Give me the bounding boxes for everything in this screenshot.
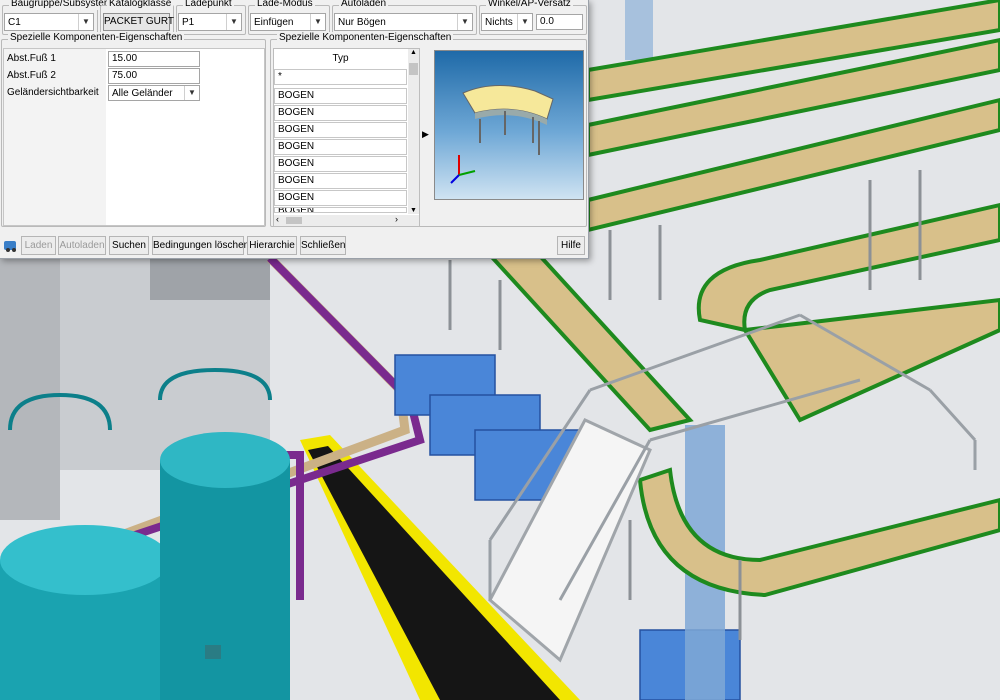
property-label: Geländersichtbarkeit (7, 87, 99, 98)
group-lademodus: Lade-Modus Einfügen ▼ (248, 0, 330, 35)
right-panel-title: Spezielle Komponenten-Eigenschaften (277, 32, 454, 44)
group-autoladen: Autoladen Nur Bögen ▼ (332, 0, 477, 35)
scroll-up-icon[interactable]: ▲ (408, 49, 419, 56)
component-dialog: Baugruppe/Subsystem C1 ▼ Katalogklasse P… (0, 0, 589, 259)
laden-button[interactable]: Laden (21, 236, 56, 255)
group-katalogklasse: Katalogklasse PACKET GURT (100, 0, 174, 35)
chevron-down-icon[interactable]: ▼ (78, 14, 93, 30)
list-vscrollbar[interactable]: ▲ ▼ (408, 49, 419, 214)
group-ladepunkt-title: Ladepunkt (183, 0, 234, 10)
property-grid: Abst.Fuß 1 15.00 Abst.Fuß 2 75.00 Geländ… (3, 48, 265, 226)
list-item[interactable]: BOGEN (274, 105, 407, 121)
left-properties-panel: Spezielle Komponenten-Eigenschaften Abst… (1, 32, 266, 227)
group-ladepunkt: Ladepunkt P1 ▼ (176, 0, 246, 35)
ap-offset-input[interactable]: 0.0 (536, 14, 583, 30)
schliessen-button[interactable]: Schließen (300, 236, 346, 255)
chevron-down-icon[interactable]: ▼ (517, 14, 532, 30)
lademodus-value: Einfügen (254, 17, 294, 28)
list-item[interactable]: BOGEN (274, 122, 407, 138)
katalogklasse-button[interactable]: PACKET GURT (103, 13, 174, 31)
chevron-down-icon[interactable]: ▼ (310, 14, 325, 30)
group-baugruppe: Baugruppe/Subsystem C1 ▼ (2, 0, 115, 35)
abst-fuss-1-input[interactable]: 15.00 (108, 51, 200, 67)
list-item[interactable]: * (274, 69, 407, 85)
group-winkel-title: Winkel/AP-Versatz (486, 0, 573, 10)
scroll-down-icon[interactable]: ▼ (408, 207, 419, 214)
axis-triad-icon (450, 155, 476, 184)
abst-fuss-2-input[interactable]: 75.00 (108, 68, 200, 84)
property-label: Abst.Fuß 1 (7, 53, 56, 64)
scroll-right-icon[interactable]: › (395, 214, 398, 224)
hierarchie-button[interactable]: Hierarchie (247, 236, 297, 255)
winkel-value: Nichts (485, 17, 513, 28)
component-preview (434, 50, 584, 200)
scroll-left-icon[interactable]: ‹ (276, 214, 279, 224)
chevron-down-icon[interactable]: ▼ (457, 14, 472, 30)
hscroll-thumb[interactable] (286, 217, 302, 224)
autoladen-select[interactable]: Nur Bögen ▼ (334, 13, 473, 31)
group-winkel: Winkel/AP-Versatz Nichts ▼ 0.0 (479, 0, 587, 35)
scroll-thumb[interactable] (409, 63, 418, 75)
bedingungen-loeschen-button[interactable]: Bedingungen löschen (152, 236, 249, 255)
gelaender-value: Alle Geländer (112, 88, 173, 99)
list-item[interactable]: BOGEN (274, 88, 407, 104)
list-item[interactable]: BOGEN (274, 156, 407, 172)
left-panel-title: Spezielle Komponenten-Eigenschaften (8, 32, 185, 44)
app-icon[interactable] (2, 237, 19, 253)
list-item[interactable]: BOGEN (274, 173, 407, 189)
group-baugruppe-title: Baugruppe/Subsystem (9, 0, 115, 10)
baugruppe-select[interactable]: C1 ▼ (4, 13, 94, 31)
property-label: Abst.Fuß 2 (7, 70, 56, 81)
list-hscrollbar[interactable]: ‹ › (274, 214, 419, 226)
lademodus-select[interactable]: Einfügen ▼ (250, 13, 326, 31)
autoladen-button[interactable]: Autoladen (58, 236, 106, 255)
winkel-select[interactable]: Nichts ▼ (481, 13, 533, 31)
group-lademodus-title: Lade-Modus (255, 0, 315, 10)
hilfe-button[interactable]: Hilfe (557, 236, 585, 255)
list-item[interactable]: BOGEN (274, 139, 407, 155)
ladepunkt-value: P1 (182, 17, 195, 28)
suchen-button[interactable]: Suchen (109, 236, 149, 255)
autoladen-value: Nur Bögen (338, 17, 386, 28)
list-item[interactable]: BOGEN (274, 190, 407, 206)
group-katalogklasse-title: Katalogklasse (107, 0, 174, 10)
chevron-down-icon[interactable]: ▼ (184, 86, 199, 100)
list-item[interactable]: BOGEN (274, 207, 407, 213)
curve-conveyor-preview (450, 84, 554, 184)
expand-arrow-icon[interactable]: ▶ (422, 129, 429, 140)
gelaender-select[interactable]: Alle Geländer ▼ (108, 85, 200, 101)
chevron-down-icon[interactable]: ▼ (226, 14, 241, 30)
ladepunkt-select[interactable]: P1 ▼ (178, 13, 242, 31)
group-autoladen-title: Autoladen (339, 0, 389, 10)
type-column-header: Typ (274, 49, 407, 70)
baugruppe-value: C1 (8, 17, 21, 28)
